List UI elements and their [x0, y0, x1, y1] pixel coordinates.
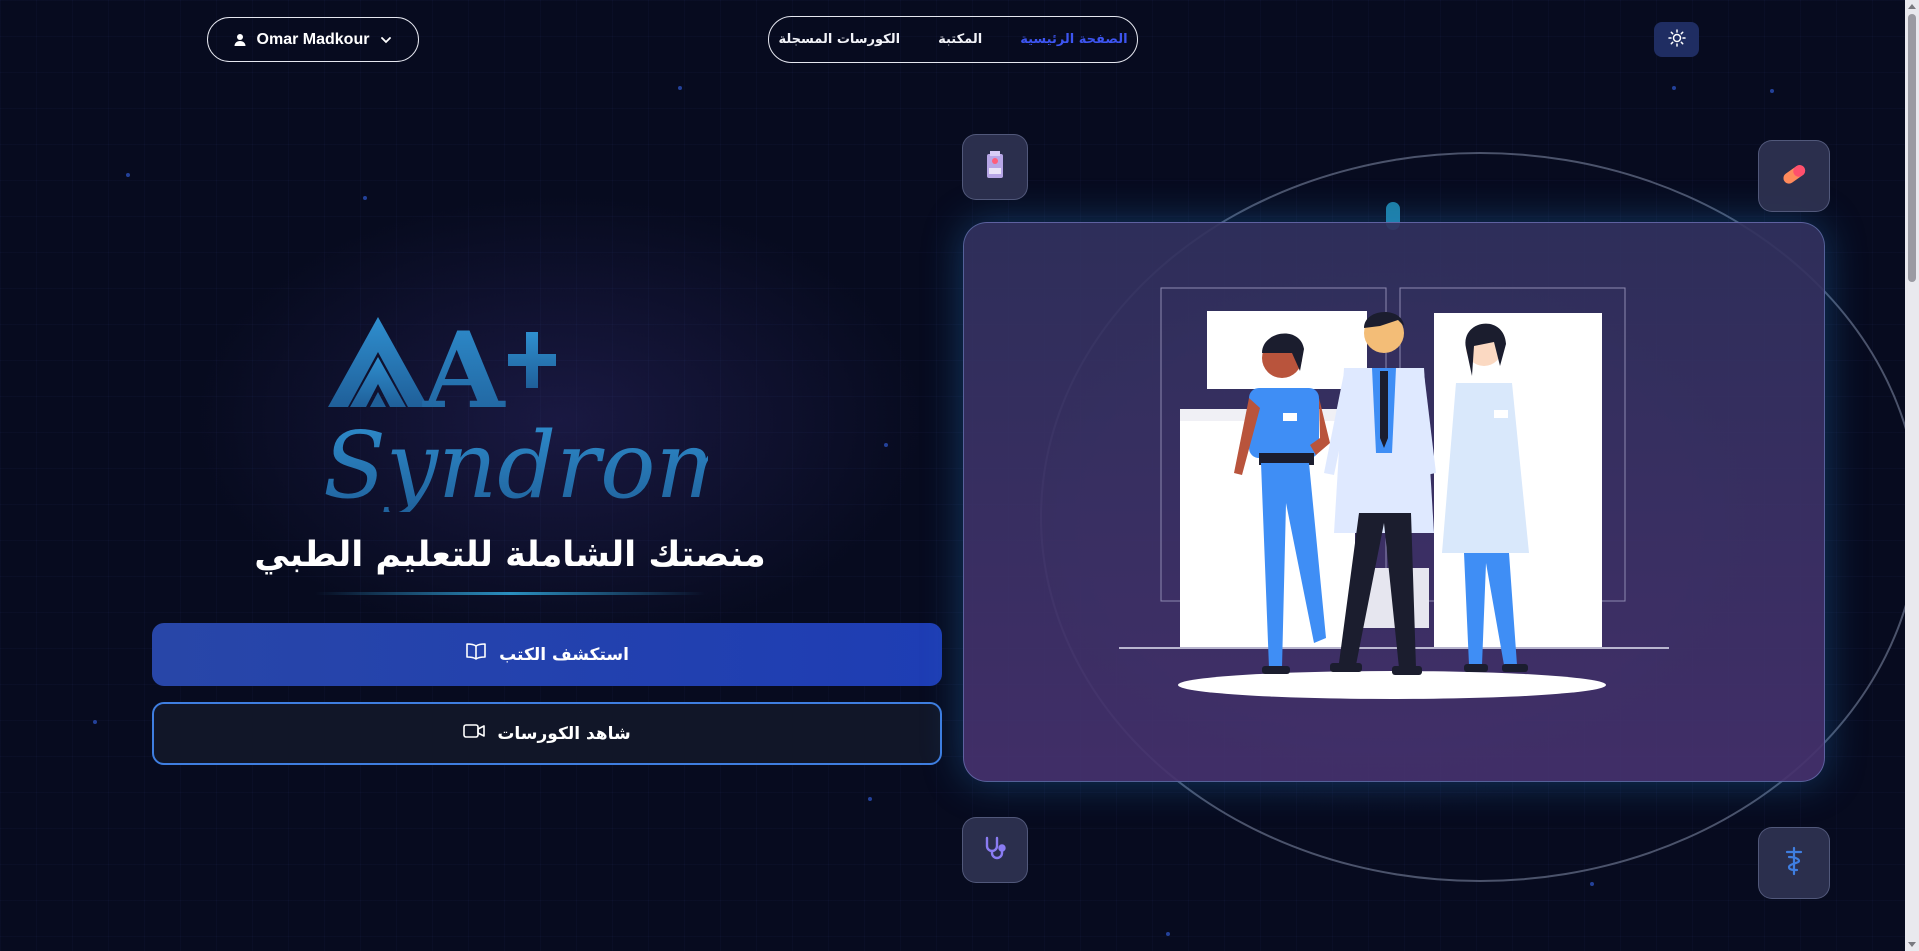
pill-icon — [1779, 159, 1809, 193]
stethoscope-icon — [982, 835, 1008, 865]
watch-courses-button[interactable]: شاهد الكورسات — [152, 702, 942, 765]
background-dot — [1770, 89, 1774, 93]
background-dot — [1590, 882, 1594, 886]
sun-icon — [1667, 28, 1686, 51]
hero-tagline: منصتك الشاملة للتعليم الطبي — [254, 535, 766, 575]
stethoscope-tile — [962, 817, 1028, 883]
doctors-illustration — [1119, 287, 1669, 699]
medicine-bottle-tile — [962, 134, 1028, 200]
medicine-bottle-icon — [982, 151, 1008, 183]
page-scrollbar[interactable] — [1905, 0, 1919, 951]
pill-tile — [1758, 140, 1830, 212]
chevron-down-icon — [379, 33, 393, 47]
book-open-icon — [465, 642, 487, 667]
scroll-thumb[interactable] — [1908, 14, 1916, 282]
nav-item-library[interactable]: المكتبة — [938, 32, 982, 47]
background-dot — [884, 443, 888, 447]
background-dot — [1672, 86, 1676, 90]
caduceus-tile — [1758, 827, 1830, 899]
hero-illustration-card — [963, 222, 1825, 782]
main-nav: الصفحة الرئيسية المكتبة الكورسات المسجلة — [768, 16, 1138, 63]
background-dot — [1166, 932, 1170, 936]
video-icon — [463, 723, 486, 744]
explore-books-button[interactable]: استكشف الكتب — [152, 623, 942, 686]
user-icon — [233, 33, 247, 47]
watch-courses-label: شاهد الكورسات — [497, 723, 631, 744]
brand-logo: A Syndrome — [318, 308, 797, 519]
background-dot — [93, 720, 97, 724]
user-name: Omar Madkour — [256, 30, 370, 48]
background-dot — [868, 797, 872, 801]
scroll-down-arrow[interactable] — [1908, 942, 1916, 947]
nav-item-home[interactable]: الصفحة الرئيسية — [1020, 32, 1127, 47]
caduceus-icon — [1782, 846, 1806, 880]
nav-item-enrolled-courses[interactable]: الكورسات المسجلة — [778, 32, 900, 47]
user-menu-button[interactable]: Omar Madkour — [207, 17, 419, 62]
explore-books-label: استكشف الكتب — [499, 644, 629, 665]
background-dot — [678, 86, 682, 90]
tagline-underline — [315, 592, 705, 595]
background-dot — [126, 173, 130, 177]
scroll-up-arrow[interactable] — [1908, 4, 1916, 9]
background-dot — [363, 196, 367, 200]
theme-toggle-button[interactable] — [1654, 22, 1699, 57]
svg-text:Syndrome: Syndrome — [323, 412, 708, 512]
